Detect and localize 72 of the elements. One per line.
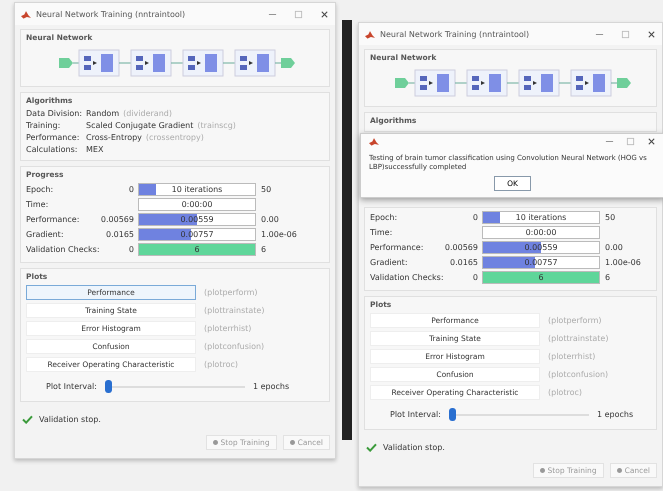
target-value: 6: [605, 273, 610, 282]
start-value: 0: [128, 185, 134, 194]
start-value: 0.0165: [450, 258, 478, 268]
function-name: (plotconfusion): [548, 370, 610, 380]
progress-label: Validation Checks:: [26, 245, 101, 254]
window-title: Neural Network Training (nntraintool): [380, 30, 530, 38]
slider-reading: 1 epochs: [596, 410, 634, 420]
progress-value: 10 iterations: [516, 213, 566, 222]
algorithm-label: Data Division:: [26, 109, 84, 118]
peak-icon: [369, 137, 379, 146]
function-name: (trainscg): [197, 121, 236, 130]
progress-label: Gradient:: [26, 230, 65, 239]
target-value: 1.00e-06: [605, 258, 641, 268]
slider-label: Plot Interval:: [46, 382, 97, 391]
maximize-icon[interactable]: [621, 30, 630, 38]
start-value: 0.00569: [100, 215, 134, 224]
peak-icon: [21, 10, 31, 18]
maximize-icon[interactable]: [626, 137, 635, 146]
algorithm-value: Scaled Conjugate Gradient: [86, 121, 194, 130]
function-name: (plottrainstate): [548, 334, 610, 344]
target-value: 0.00: [261, 215, 279, 224]
algorithm-value: MEX: [86, 145, 104, 154]
function-name: (dividerand): [123, 109, 172, 118]
algorithm-label: Training:: [26, 121, 62, 130]
target-value: 50: [605, 213, 616, 222]
progress-value: 0.00559: [180, 215, 214, 224]
function-name: (plotroc): [548, 388, 583, 398]
progress-label: Epoch:: [26, 185, 54, 194]
progress-value: 6: [194, 245, 200, 254]
start-value: 0.0165: [106, 230, 134, 239]
start-value: 0: [472, 213, 478, 222]
maximize-icon[interactable]: [294, 10, 303, 18]
close-icon[interactable]: [320, 10, 329, 18]
start-value: 0.00569: [444, 243, 478, 252]
window-title: Neural Network Training (nntraintool): [36, 10, 186, 18]
checkmark-icon: [366, 443, 377, 452]
status-message: Validation stop.: [383, 443, 445, 452]
function-name: (plotperform): [204, 288, 259, 297]
progress-value: 10 iterations: [172, 185, 222, 194]
function-name: (crossentropy): [146, 133, 204, 142]
slider-thumb[interactable]: [448, 408, 456, 421]
close-icon[interactable]: [647, 137, 656, 146]
progress-label: Time:: [370, 228, 394, 238]
function-name: (ploterrhist): [548, 352, 596, 362]
algorithm-label: Calculations:: [26, 145, 78, 154]
function-name: (plotperform): [548, 316, 603, 326]
function-name: (ploterrhist): [204, 324, 252, 333]
close-icon[interactable]: [647, 30, 656, 38]
start-value: 0: [128, 245, 134, 254]
target-value: 50: [261, 185, 272, 194]
status-message: Validation stop.: [39, 415, 101, 424]
function-name: (plotconfusion): [204, 342, 266, 351]
start-value: 0: [472, 273, 478, 282]
slider-label: Plot Interval:: [390, 410, 441, 420]
function-name: (plotroc): [204, 360, 239, 369]
progress-label: Epoch:: [370, 213, 398, 222]
progress-value: 6: [538, 273, 544, 282]
peak-icon: [365, 30, 375, 38]
slider-thumb[interactable]: [104, 380, 112, 392]
target-value: 6: [261, 245, 266, 254]
algorithm-value: Cross-Entropy: [86, 133, 142, 142]
function-name: (plottrainstate): [204, 306, 266, 315]
progress-label: Validation Checks:: [370, 273, 445, 282]
algorithm-label: Performance:: [26, 133, 80, 142]
target-value: 1.00e-06: [261, 230, 297, 239]
progress-label: Gradient:: [370, 258, 409, 268]
checkmark-icon: [22, 415, 33, 424]
algorithm-value: Random: [86, 109, 120, 118]
progress-label: Time:: [26, 200, 50, 209]
slider-reading: 1 epochs: [252, 382, 290, 391]
target-value: 0.00: [605, 243, 623, 252]
progress-value: 0.00559: [524, 243, 558, 252]
